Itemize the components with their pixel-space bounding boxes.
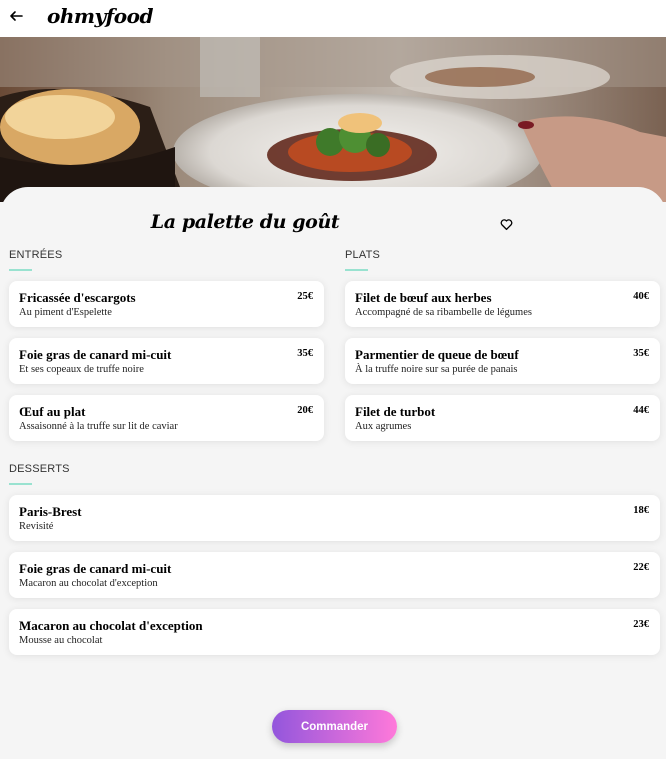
- section-title-desserts: DESSERTS: [9, 463, 70, 485]
- menu-item-description: Macaron au chocolat d'exception: [19, 578, 158, 589]
- menu-item-name: Filet de bœuf aux herbes: [355, 290, 492, 305]
- menu-item-card[interactable]: Filet de bœuf aux herbes Accompagné de s…: [345, 281, 660, 327]
- section-title-plats: PLATS: [345, 249, 381, 271]
- menu-item-name: Filet de turbot: [355, 404, 436, 419]
- menu-item-price: 25€: [297, 291, 313, 302]
- menu-item-name: Parmentier de queue de bœuf: [355, 347, 519, 362]
- menu-item-card[interactable]: Foie gras de canard mi-cuit Et ses copea…: [9, 338, 324, 384]
- app-header: ohmyfood: [0, 0, 666, 37]
- menu-item-name: Paris-Brest: [19, 504, 82, 519]
- section-title-entrees: ENTRÉES: [9, 249, 63, 271]
- menu-item-description: Revisité: [19, 521, 54, 532]
- menu-item-price: 44€: [633, 405, 649, 416]
- menu-item-name: Macaron au chocolat d'exception: [19, 618, 203, 633]
- menu-item-price: 40€: [633, 291, 649, 302]
- menu-item-name: Foie gras de canard mi-cuit: [19, 561, 172, 576]
- menu-item-description: Mousse au chocolat: [19, 635, 103, 646]
- menu-item-name: Œuf au plat: [19, 404, 86, 419]
- menu-item-description: Assaisonné à la truffe sur lit de caviar: [19, 421, 178, 432]
- menu-item-card[interactable]: Œuf au plat Assaisonné à la truffe sur l…: [9, 395, 324, 441]
- menu-item-card[interactable]: Filet de turbot Aux agrumes 44€: [345, 395, 660, 441]
- menu-item-card[interactable]: Paris-Brest Revisité 18€: [9, 495, 660, 541]
- menu-item-price: 18€: [633, 505, 649, 516]
- menu-item-price: 22€: [633, 562, 649, 573]
- heart-outline-icon[interactable]: [500, 218, 513, 231]
- menu-item-card[interactable]: Fricassée d'escargots Au piment d'Espele…: [9, 281, 324, 327]
- food-photo: [0, 37, 666, 202]
- menu-item-card[interactable]: Foie gras de canard mi-cuit Macaron au c…: [9, 552, 660, 598]
- hero-image: [0, 37, 666, 202]
- menu-item-price: 20€: [297, 405, 313, 416]
- restaurant-name: La palette du goût: [150, 211, 340, 233]
- menu-item-name: Foie gras de canard mi-cuit: [19, 347, 172, 362]
- brand-logo[interactable]: ohmyfood: [47, 4, 153, 28]
- arrow-left-icon[interactable]: [8, 8, 24, 24]
- menu-item-description: À la truffe noire sur sa purée de panais: [355, 364, 518, 375]
- menu-item-price: 35€: [633, 348, 649, 359]
- menu-item-description: Aux agrumes: [355, 421, 412, 432]
- menu-item-price: 35€: [297, 348, 313, 359]
- menu-item-description: Accompagné de sa ribambelle de légumes: [355, 307, 532, 318]
- order-button[interactable]: Commander: [272, 710, 397, 743]
- menu-item-description: Au piment d'Espelette: [19, 307, 112, 318]
- menu-item-price: 23€: [633, 619, 649, 630]
- menu-item-description: Et ses copeaux de truffe noire: [19, 364, 144, 375]
- menu-panel: La palette du goût ENTRÉES Fricassée d'e…: [0, 187, 666, 759]
- menu-item-card[interactable]: Parmentier de queue de bœuf À la truffe …: [345, 338, 660, 384]
- menu-item-card[interactable]: Macaron au chocolat d'exception Mousse a…: [9, 609, 660, 655]
- menu-item-name: Fricassée d'escargots: [19, 290, 136, 305]
